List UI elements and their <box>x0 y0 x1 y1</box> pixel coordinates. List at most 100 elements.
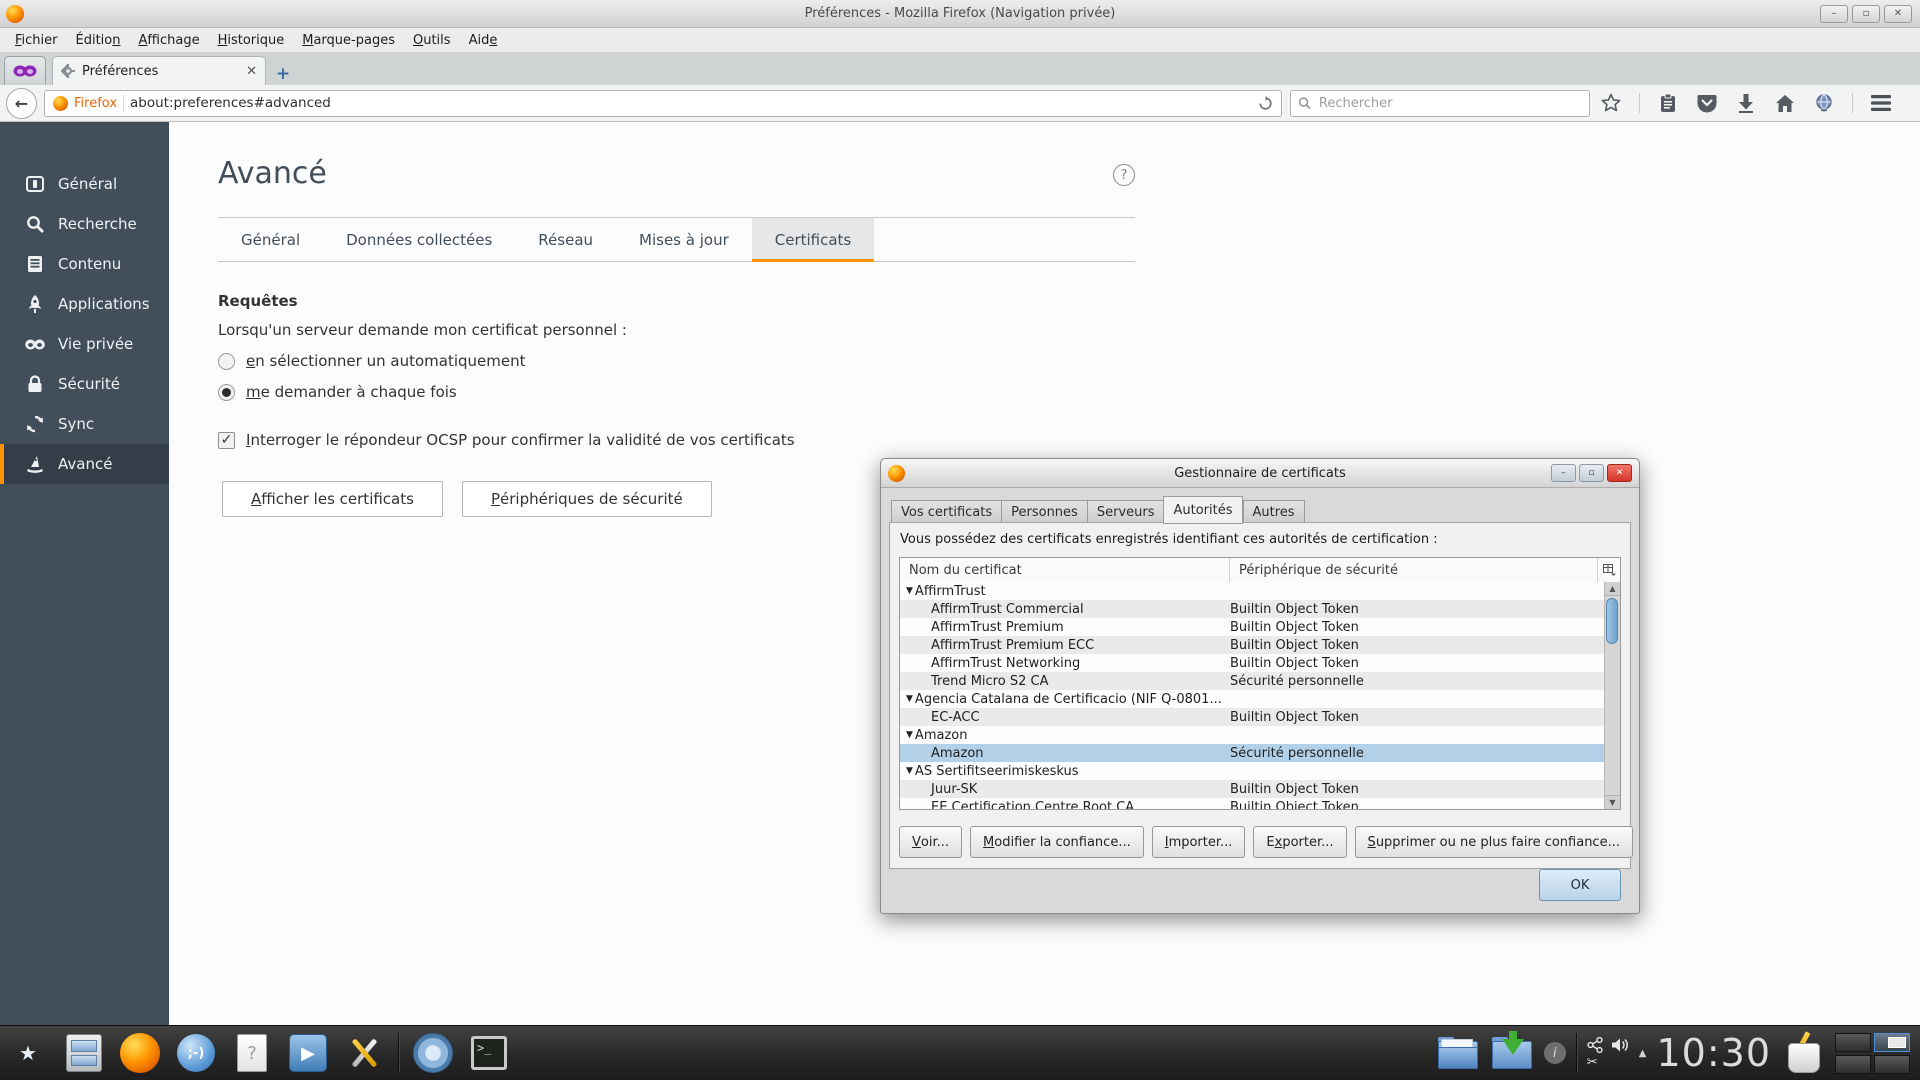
clipboard-icon[interactable] <box>1657 92 1679 114</box>
info-badge[interactable]: i <box>1543 1042 1566 1064</box>
menu-affichage[interactable]: Affichage <box>130 31 209 50</box>
bookmark-star-icon[interactable] <box>1600 92 1622 114</box>
tab-mises-a-jour[interactable]: Mises à jour <box>616 218 752 261</box>
tab-general[interactable]: Général <box>218 218 323 261</box>
radio-button-selected[interactable] <box>218 383 235 401</box>
ok-button[interactable]: OK <box>1539 869 1621 901</box>
table-scrollbar[interactable]: ▲ ▼ <box>1604 582 1620 809</box>
table-row-group[interactable]: ▼ AS Sertifitseerimiskeskus <box>900 762 1605 780</box>
table-row-group[interactable]: ▼ AffirmTrust <box>900 582 1605 600</box>
scissors-icon[interactable]: ✂ <box>1587 1055 1598 1070</box>
sidebar-item-vie-privee[interactable]: Vie privée <box>0 324 169 364</box>
table-row[interactable]: AffirmTrust Commercial Builtin Object To… <box>900 600 1605 618</box>
document-button[interactable]: ? <box>230 1031 274 1075</box>
share-icon[interactable] <box>1587 1036 1603 1053</box>
download-icon[interactable] <box>1735 92 1757 114</box>
import-button[interactable]: Importer... <box>1151 826 1246 858</box>
new-tab-icon[interactable]: + <box>270 63 296 85</box>
tab-certificats[interactable]: Certificats <box>751 218 875 262</box>
radio-select-automatically[interactable]: en sélectionner un automatiquement <box>218 352 1135 370</box>
radio-ask-every-time[interactable]: me demander à chaque fois <box>218 383 1135 401</box>
workspace-3[interactable] <box>1835 1054 1871 1074</box>
menu-marque-pages[interactable]: Marque-pages <box>293 31 404 50</box>
delete-or-distrust-button[interactable]: Supprimer ou ne plus faire confiance... <box>1354 826 1633 858</box>
private-browsing-button[interactable] <box>4 56 46 85</box>
collapse-triangle-icon[interactable]: ▼ <box>906 730 913 740</box>
url-text[interactable]: about:preferences#advanced <box>130 95 1252 111</box>
menu-hamburger-icon[interactable] <box>1870 92 1892 114</box>
pocket-icon[interactable] <box>1696 92 1718 114</box>
menu-fichier[interactable]: Fichier <box>6 31 67 50</box>
table-row[interactable]: AffirmTrust Premium Builtin Object Token <box>900 618 1605 636</box>
workspace-2-active[interactable] <box>1874 1032 1910 1052</box>
tab-donnees-collectees[interactable]: Données collectées <box>323 218 515 261</box>
taskbar-clock[interactable]: 10:30 <box>1656 1031 1771 1075</box>
dialog-titlebar[interactable]: Gestionnaire de certificats – ▫ ✕ <box>881 459 1639 488</box>
downloads-folder-button[interactable] <box>1490 1031 1534 1075</box>
url-bar[interactable]: Firefox about:preferences#advanced <box>44 89 1282 117</box>
table-row-group[interactable]: ▼ Amazon <box>900 726 1605 744</box>
file-manager-button[interactable] <box>62 1031 106 1075</box>
sidebar-item-general[interactable]: Général <box>0 164 169 204</box>
help-icon[interactable]: ? <box>1113 164 1135 186</box>
tab-reseau[interactable]: Réseau <box>515 218 616 261</box>
globe-icon[interactable] <box>1813 92 1835 114</box>
sidebar-item-recherche[interactable]: Recherche <box>0 204 169 244</box>
table-row[interactable]: Juur-SK Builtin Object Token <box>900 780 1605 798</box>
radio-button[interactable] <box>218 352 235 370</box>
edit-trust-button[interactable]: Modifier la confiance... <box>970 826 1144 858</box>
ocsp-checkbox-row[interactable]: ✓ Interroger le répondeur OCSP pour conf… <box>218 431 1135 449</box>
table-row[interactable]: EC-ACC Builtin Object Token <box>900 708 1605 726</box>
table-row[interactable]: AffirmTrust Premium ECC Builtin Object T… <box>900 636 1605 654</box>
back-button[interactable]: ← <box>6 87 37 119</box>
search-bar[interactable] <box>1290 89 1590 117</box>
tab-vos-certificats[interactable]: Vos certificats <box>891 500 1002 524</box>
sidebar-item-securite[interactable]: Sécurité <box>0 364 169 404</box>
reload-icon[interactable] <box>1258 95 1273 111</box>
table-row-group[interactable]: ▼ Agencia Catalana de Certificacio (NIF Q… <box>900 690 1605 708</box>
tab-serveurs[interactable]: Serveurs <box>1086 500 1164 524</box>
collapse-triangle-icon[interactable]: ▼ <box>906 766 913 776</box>
expand-arrow-icon[interactable]: ▲ <box>1639 1048 1647 1059</box>
scroll-up-icon[interactable]: ▲ <box>1605 582 1620 596</box>
tab-preferences[interactable]: Préférences ✕ <box>52 56 266 85</box>
volume-icon[interactable] <box>1611 1037 1629 1053</box>
terminal-button[interactable]: >_ <box>467 1031 511 1075</box>
scrollbar-thumb[interactable] <box>1606 598 1618 644</box>
sidebar-item-applications[interactable]: Applications <box>0 284 169 324</box>
scroll-down-icon[interactable]: ▼ <box>1605 795 1620 809</box>
table-row[interactable]: EE Certification Centre Root CA Builtin … <box>900 798 1605 809</box>
launcher-button[interactable]: ★ <box>6 1031 50 1075</box>
table-row[interactable]: Trend Micro S2 CA Sécurité personnelle <box>900 672 1605 690</box>
menu-historique[interactable]: Historique <box>209 31 294 50</box>
sidebar-item-contenu[interactable]: Contenu <box>0 244 169 284</box>
tools-button[interactable] <box>342 1031 386 1075</box>
export-button[interactable]: Ex porter... <box>1253 826 1347 858</box>
media-player-button[interactable]: ▶ <box>286 1031 330 1075</box>
tab-autres[interactable]: Autres <box>1242 500 1305 524</box>
menu-aide[interactable]: Aide <box>460 31 507 50</box>
firefox-taskbar-button[interactable] <box>118 1031 162 1075</box>
table-row-selected[interactable]: Amazon Sécurité personnelle <box>900 744 1605 762</box>
sidebar-item-sync[interactable]: Sync <box>0 404 169 444</box>
chromium-button[interactable] <box>411 1031 455 1075</box>
view-certificates-button[interactable]: Afficher les certificats <box>222 481 443 517</box>
checkbox-checked[interactable]: ✓ <box>218 431 235 449</box>
workspace-1[interactable] <box>1835 1032 1871 1052</box>
menu-outils[interactable]: Outils <box>404 31 460 50</box>
tab-autorites[interactable]: Autorités <box>1163 496 1243 524</box>
search-input[interactable] <box>1316 94 1582 112</box>
column-picker-button[interactable] <box>1598 558 1620 582</box>
security-devices-button[interactable]: Périphériques de sécurité <box>461 481 712 517</box>
messenger-button[interactable]: ;-) <box>174 1031 218 1075</box>
collapse-triangle-icon[interactable]: ▼ <box>906 694 913 704</box>
column-header-device[interactable]: Périphérique de sécurité <box>1230 558 1598 582</box>
workspace-4[interactable] <box>1874 1054 1910 1074</box>
home-icon[interactable] <box>1774 92 1796 114</box>
tab-personnes[interactable]: Personnes <box>1001 500 1087 524</box>
tab-close-icon[interactable]: ✕ <box>246 64 257 79</box>
open-folder-button[interactable] <box>1436 1031 1480 1075</box>
column-header-name[interactable]: Nom du certificat <box>900 558 1230 582</box>
table-row[interactable]: AffirmTrust Networking Builtin Object To… <box>900 654 1605 672</box>
view-button[interactable]: Voir... <box>899 826 963 858</box>
